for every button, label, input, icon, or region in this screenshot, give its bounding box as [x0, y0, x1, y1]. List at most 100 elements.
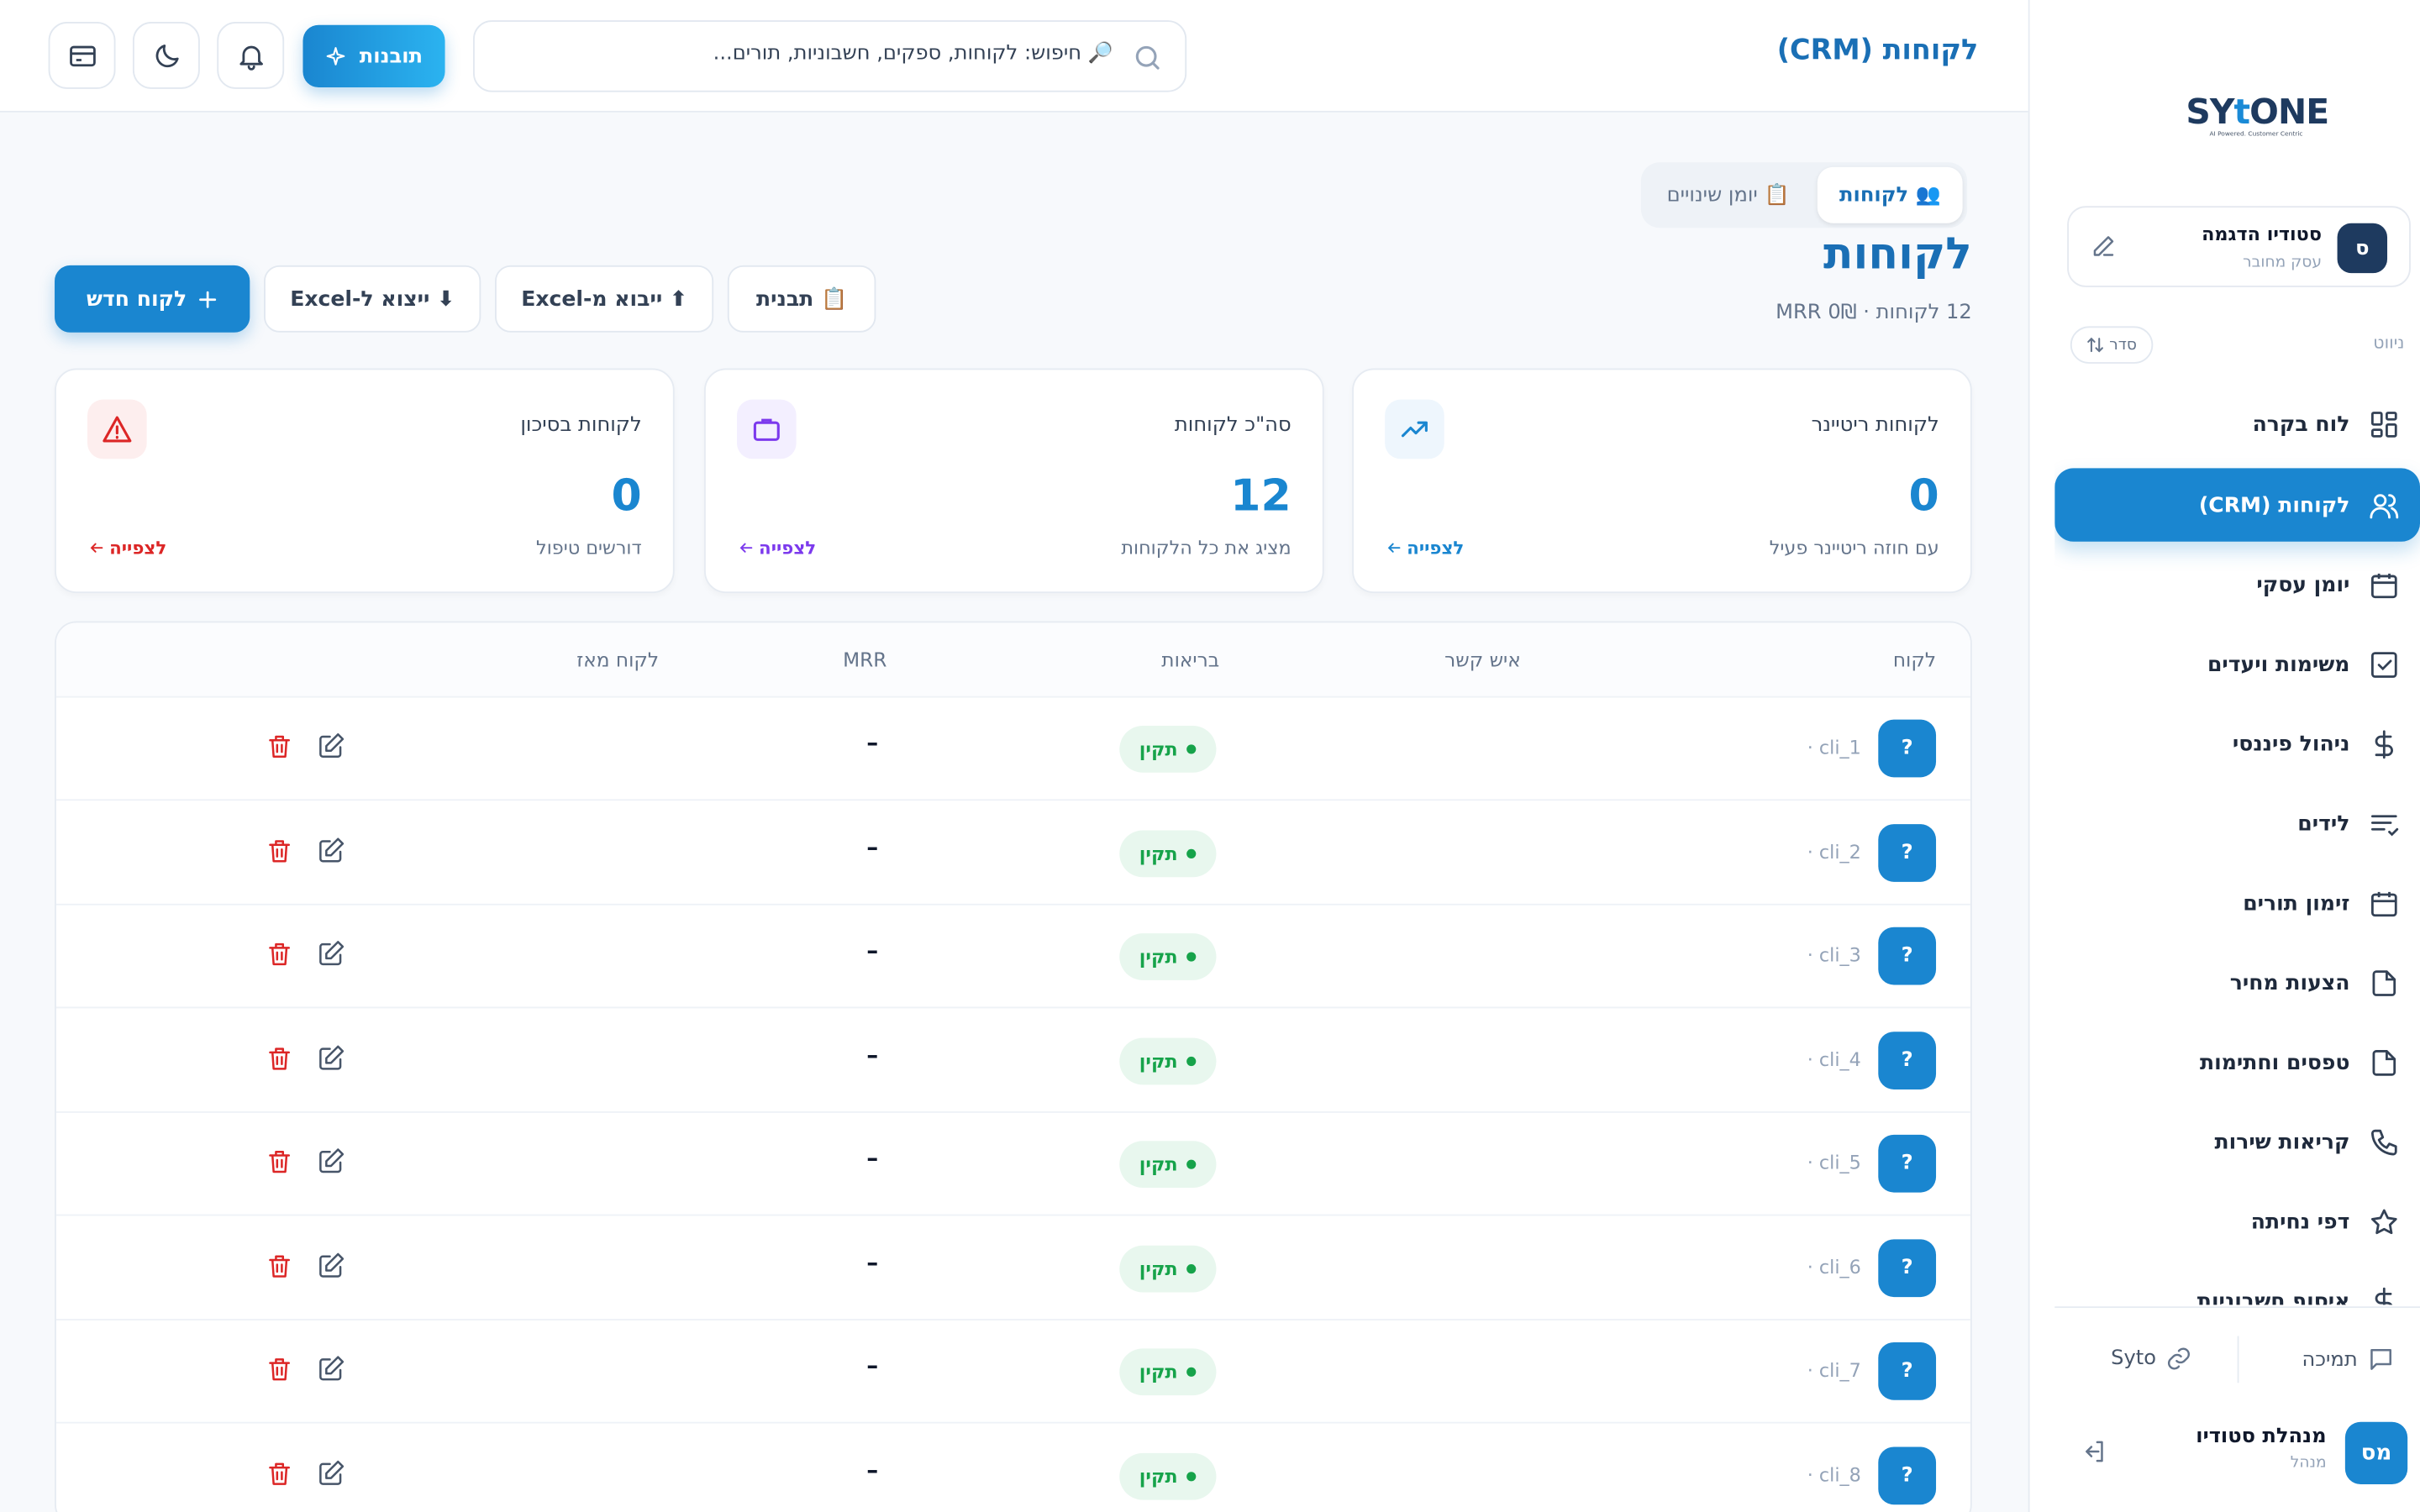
edit-icon[interactable] — [317, 732, 345, 759]
search-input[interactable]: 🔎 חיפוש: לקוחות, ספקים, חשבוניות, תורים.… — [713, 42, 1113, 66]
bell-icon — [239, 45, 263, 70]
nav-item-quotes[interactable]: הצעות מחיר — [2054, 946, 2420, 1019]
new-client-button[interactable]: לקוח חדש — [55, 265, 250, 333]
file-icon — [2372, 969, 2396, 996]
table-row[interactable]: ? · cli_7 תקין – — [55, 1320, 1970, 1424]
status-dot-icon — [1186, 1056, 1197, 1066]
trash-icon[interactable] — [266, 1355, 293, 1383]
total-clients-card[interactable]: סה"כ לקוחות 12 מציג את כל הלקוחות לצפייה — [704, 368, 1324, 594]
trash-icon[interactable] — [266, 836, 293, 864]
dark-mode-toggle[interactable] — [132, 22, 200, 89]
main-nav: לוח בקרה לקוחות (CRM) יומן עסקי משימות ו… — [2054, 387, 2420, 1305]
table-row[interactable]: ? · cli_6 תקין – — [55, 1216, 1970, 1320]
edit-icon[interactable] — [317, 1251, 345, 1278]
tab-clients[interactable]: 👥 לקוחות — [1818, 166, 1963, 223]
col-client-since[interactable]: לקוח מאז — [576, 648, 659, 671]
edit-icon[interactable] — [317, 1458, 345, 1486]
insights-button[interactable]: תובנות — [302, 24, 445, 88]
edit-icon[interactable] — [317, 836, 345, 864]
trash-icon[interactable] — [266, 1458, 293, 1486]
mrr-value: – — [866, 1040, 879, 1068]
col-mrr[interactable]: MRR — [843, 648, 886, 671]
health-badge: תקין — [1119, 1452, 1217, 1499]
total-view-link[interactable]: לצפייה — [739, 537, 816, 559]
export-excel-button[interactable]: ⬇ ייצוא ל-Excel — [264, 265, 481, 333]
health-badge: תקין — [1119, 933, 1217, 980]
client-avatar: ? — [1878, 1031, 1937, 1089]
trash-icon[interactable] — [266, 940, 293, 968]
trash-icon[interactable] — [266, 1043, 293, 1071]
nav-item-leads[interactable]: לידים — [2054, 786, 2420, 859]
global-search[interactable]: 🔎 חיפוש: לקוחות, ספקים, חשבוניות, תורים.… — [473, 20, 1187, 92]
studio-card[interactable]: ס סטודיו הדגמה עסק מחובר — [2067, 206, 2411, 287]
col-client[interactable]: לקוח — [1893, 648, 1936, 671]
import-excel-button[interactable]: ⬆ ייבוא מ-Excel — [495, 265, 714, 333]
table-row[interactable]: ? · cli_4 תקין – — [55, 1009, 1970, 1112]
nav-item-calendar[interactable]: יומן עסקי — [2054, 548, 2420, 621]
support-link[interactable]: תמיכה — [2302, 1346, 2395, 1373]
list-icon — [2370, 814, 2399, 836]
nav-item-dashboard[interactable]: לוח בקרה — [2054, 387, 2420, 460]
syto-link[interactable]: Syto — [2111, 1346, 2192, 1373]
studio-avatar: ס — [2337, 223, 2388, 274]
table-row[interactable]: ? · cli_1 תקין – — [55, 698, 1970, 801]
tab-change-log[interactable]: 📋 יומן שינויים — [1645, 167, 1812, 223]
trash-icon[interactable] — [266, 1147, 293, 1175]
client-avatar: ? — [1878, 1446, 1937, 1504]
sort-arrows-icon — [2087, 337, 2103, 353]
edit-icon[interactable] — [317, 1147, 345, 1175]
edit-pencil-icon[interactable] — [2091, 234, 2116, 260]
retainer-view-link[interactable]: לצפייה — [1386, 537, 1464, 559]
at-risk-view-link[interactable]: לצפייה — [89, 537, 166, 559]
nav-item-landing-pages[interactable]: דפי נחיתה — [2054, 1184, 2420, 1257]
trash-icon[interactable] — [266, 1251, 293, 1278]
table-row[interactable]: ? · cli_5 תקין – — [55, 1113, 1970, 1216]
billing-button[interactable] — [48, 22, 116, 89]
plus-icon — [198, 290, 216, 307]
trash-icon[interactable] — [266, 732, 293, 759]
page-summary: 12 לקוחות · 0₪ MRR — [1776, 301, 1972, 325]
sidebar: SYtONE AI Powered. Customer Centric ס סט… — [2028, 0, 2420, 1512]
client-avatar: ? — [1878, 823, 1937, 881]
mrr-value: – — [866, 1247, 879, 1276]
client-avatar: ? — [1878, 927, 1937, 985]
client-id: · cli_6 — [1807, 1255, 1861, 1278]
nav-sort-button[interactable]: סדר — [2070, 326, 2153, 364]
nav-item-service-calls[interactable]: קריאות שירות — [2054, 1105, 2420, 1179]
template-button[interactable]: 📋 תבנית — [727, 265, 876, 333]
logout-icon[interactable] — [2080, 1437, 2107, 1465]
table-row[interactable]: ? · cli_8 תקין – — [56, 1425, 1970, 1512]
warning-icon — [87, 399, 147, 459]
file-icon — [2372, 1049, 2396, 1075]
table-row[interactable]: ? · cli_2 תקין – — [55, 801, 1970, 905]
table-header: לקוח איש קשר בריאות MRR לקוח מאז — [55, 622, 1970, 698]
edit-icon[interactable] — [317, 1043, 345, 1071]
col-contact[interactable]: איש קשר — [1444, 648, 1521, 671]
client-id: · cli_3 — [1807, 944, 1861, 967]
retainer-count: 0 — [1908, 470, 1939, 522]
nav-item-appointments[interactable]: זימון תורים — [2054, 866, 2420, 939]
nav-item-finance[interactable]: ניהול פיננסי — [2054, 707, 2420, 780]
col-health[interactable]: בריאות — [1161, 648, 1219, 671]
mrr-value: – — [866, 1352, 879, 1380]
nav-item-forms[interactable]: טפסים וחתימות — [2054, 1026, 2420, 1099]
retainer-clients-card[interactable]: לקוחות ריטיינר 0 עם חוזה ריטיינר פעיל לצ… — [1352, 368, 1972, 594]
brand-logo[interactable]: SYtONE AI Powered. Customer Centric — [2186, 93, 2329, 155]
checkbox-icon — [2370, 651, 2397, 677]
arrow-left-icon — [1387, 543, 1401, 553]
nav-item-crm[interactable]: לקוחות (CRM) — [2054, 468, 2420, 542]
at-risk-count: 0 — [611, 470, 642, 522]
notifications-button[interactable] — [217, 22, 285, 89]
nav-item-invoices[interactable]: איסוף חשבוניות — [2054, 1264, 2420, 1305]
moon-icon — [155, 44, 178, 67]
edit-icon[interactable] — [317, 1355, 345, 1383]
trend-up-icon — [1385, 399, 1444, 459]
client-id: · cli_1 — [1807, 737, 1861, 759]
edit-icon[interactable] — [317, 940, 345, 968]
mrr-value: – — [866, 1143, 879, 1173]
at-risk-clients-card[interactable]: לקוחות בסיכון 0 דורשים טיפול לצפייה — [55, 368, 675, 594]
nav-item-tasks[interactable]: משימות ויעדים — [2054, 627, 2420, 701]
user-avatar[interactable]: מס — [2344, 1421, 2408, 1485]
health-badge: תקין — [1119, 829, 1217, 877]
table-row[interactable]: ? · cli_3 תקין – — [55, 906, 1970, 1009]
